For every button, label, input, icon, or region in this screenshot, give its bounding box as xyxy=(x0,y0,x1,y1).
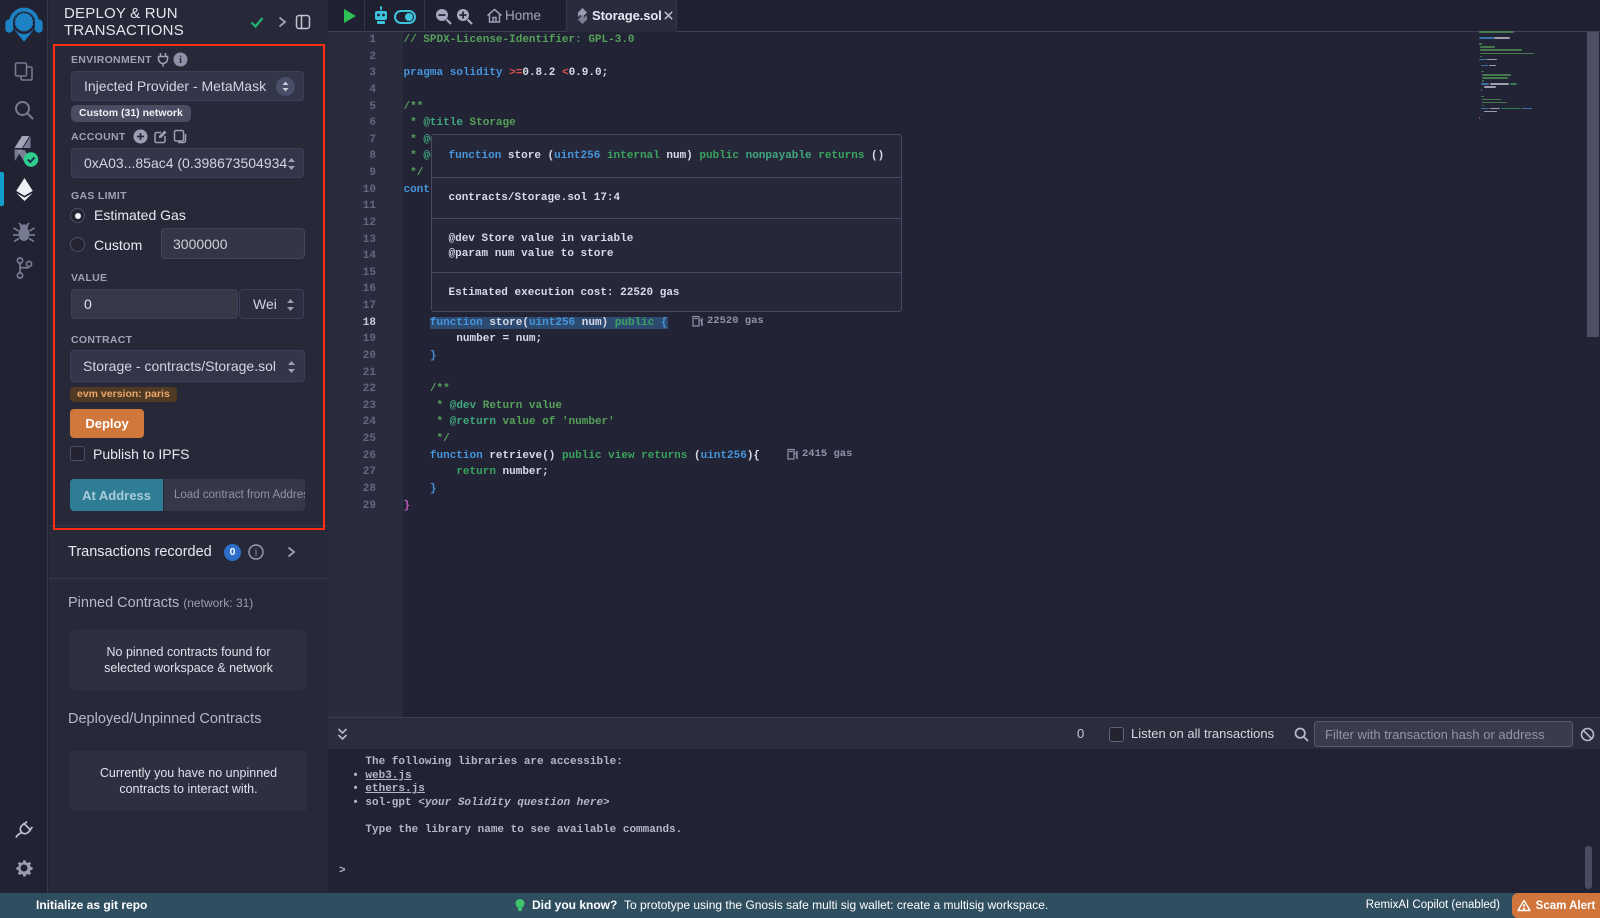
svg-text:i: i xyxy=(179,55,182,66)
svg-text:i: i xyxy=(255,548,258,559)
